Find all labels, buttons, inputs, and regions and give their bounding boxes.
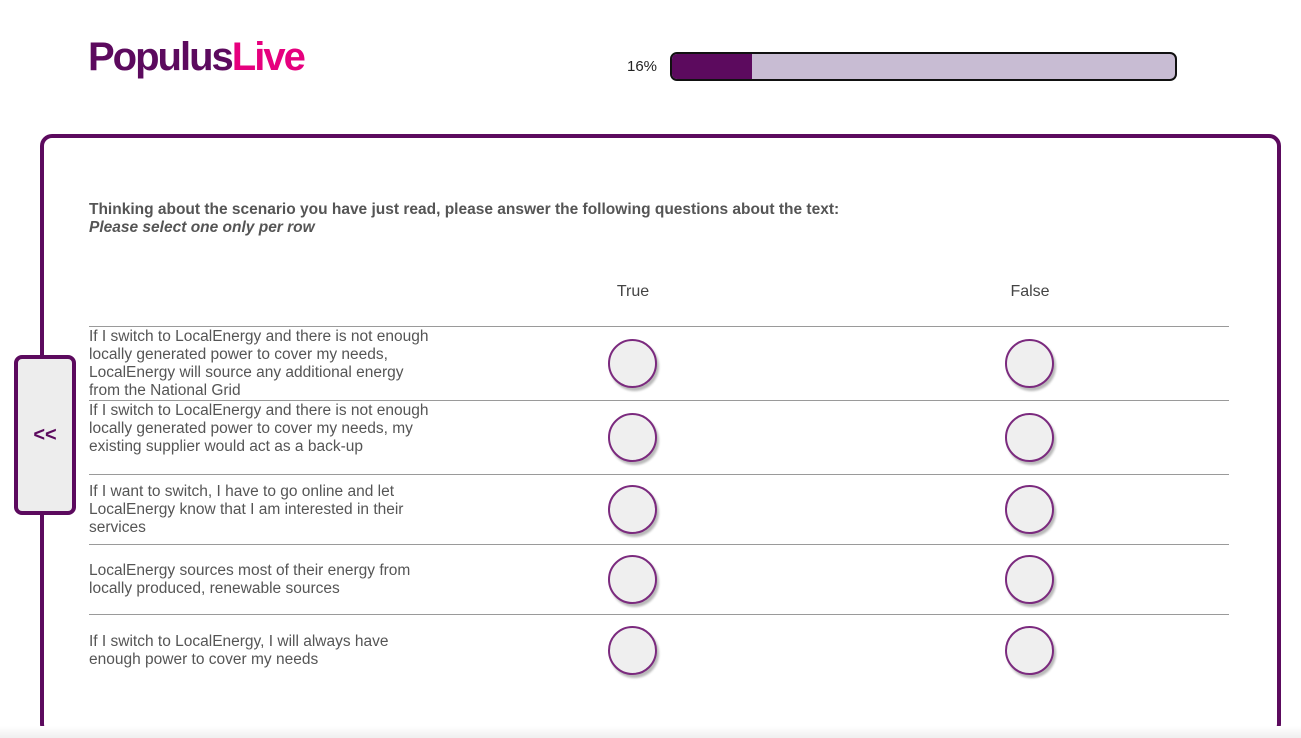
column-header-true: True bbox=[616, 283, 650, 300]
row-divider bbox=[89, 326, 1229, 327]
radio-false-row-4[interactable] bbox=[1005, 555, 1054, 604]
radio-true-row-2[interactable] bbox=[608, 413, 657, 462]
row-divider bbox=[89, 474, 1229, 475]
progress-label: 16% bbox=[627, 58, 658, 75]
statement-text: If I want to switch, I have to go online… bbox=[89, 483, 404, 536]
progress-bar bbox=[670, 52, 1177, 81]
populus-live-logo: PopulusLive bbox=[88, 33, 306, 81]
radio-true-row-5[interactable] bbox=[608, 626, 657, 675]
logo-part-populus: Populus bbox=[88, 35, 234, 79]
radio-false-row-3[interactable] bbox=[1005, 485, 1054, 534]
row-divider bbox=[89, 544, 1229, 545]
statement-text: If I switch to LocalEnergy and there is … bbox=[89, 402, 429, 455]
radio-false-row-2[interactable] bbox=[1005, 413, 1054, 462]
statement-text: If I switch to LocalEnergy and there is … bbox=[89, 328, 429, 399]
radio-true-row-4[interactable] bbox=[608, 555, 657, 604]
radio-false-row-5[interactable] bbox=[1005, 626, 1054, 675]
radio-true-row-3[interactable] bbox=[608, 485, 657, 534]
radio-false-row-1[interactable] bbox=[1005, 339, 1054, 388]
question-instruction: Please select one only per row bbox=[89, 219, 315, 236]
statement-text: If I switch to LocalEnergy, I will alway… bbox=[89, 633, 389, 668]
logo-part-live: Live bbox=[231, 35, 306, 79]
row-divider bbox=[89, 614, 1229, 615]
page-bottom-shade bbox=[0, 726, 1301, 738]
statement-text: LocalEnergy sources most of their energy… bbox=[89, 562, 411, 597]
question-text: Thinking about the scenario you have jus… bbox=[89, 201, 840, 218]
progress-bar-fill bbox=[672, 54, 753, 79]
back-button[interactable]: << bbox=[14, 355, 76, 515]
row-divider bbox=[89, 400, 1229, 401]
column-header-false: False bbox=[1010, 283, 1050, 300]
radio-true-row-1[interactable] bbox=[608, 339, 657, 388]
